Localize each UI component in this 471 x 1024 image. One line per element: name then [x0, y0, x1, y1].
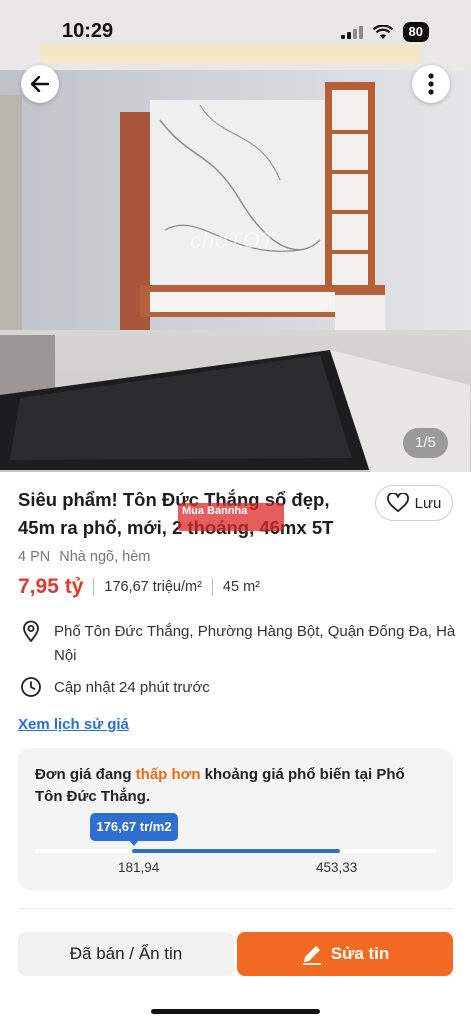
- listing-meta: 4 PN Nhà ngõ, hèm: [18, 549, 150, 565]
- comparison-accent: thấp hơn: [135, 766, 201, 783]
- photo-counter: 1/5: [403, 428, 448, 458]
- pencil-icon: [302, 946, 321, 965]
- price-comparison-text: Đơn giá đang thấp hơn khoảng giá phổ biế…: [35, 764, 435, 808]
- address-row: Phố Tôn Đức Thắng, Phường Hàng Bột, Quận…: [20, 620, 460, 668]
- section-divider: [18, 908, 453, 909]
- location-pin-icon: [23, 620, 39, 642]
- back-button[interactable]: [21, 65, 59, 103]
- listing-photo[interactable]: choTOT 1/5: [0, 0, 471, 472]
- updated-text: Cập nhật 24 phút trước: [54, 679, 210, 696]
- range-low-label: 181,94: [118, 860, 160, 875]
- more-vertical-icon: [428, 73, 434, 95]
- price: 7,95 tỷ: [18, 575, 84, 598]
- bedrooms: 4 PN: [18, 549, 51, 565]
- more-options-button[interactable]: [412, 65, 450, 103]
- status-icons: 80: [340, 22, 429, 42]
- price-per-m2: 176,67 triệu/m²: [104, 579, 202, 595]
- area: 45 m²: [222, 579, 260, 595]
- divider: [211, 578, 213, 596]
- updated-row: Cập nhật 24 phút trước: [20, 676, 210, 700]
- battery-indicator: 80: [402, 22, 429, 42]
- price-comparison-card: Đơn giá đang thấp hơn khoảng giá phổ biế…: [18, 748, 453, 890]
- range-high-label: 453,33: [316, 860, 358, 875]
- status-bar: 10:29 80: [0, 0, 471, 62]
- price-history-link[interactable]: Xem lịch sử giá: [18, 716, 129, 733]
- save-label: Lưu: [414, 494, 442, 512]
- comparison-text-before: Đơn giá đang: [35, 766, 136, 783]
- logo-stamp: Mua Bannha: [178, 503, 284, 531]
- heart-icon: [386, 493, 409, 513]
- address-text: Phố Tôn Đức Thắng, Phường Hàng Bột, Quận…: [54, 623, 456, 664]
- edit-label: Sửa tin: [330, 944, 390, 963]
- divider: [93, 578, 95, 596]
- arrow-left-icon: [31, 76, 49, 92]
- save-button[interactable]: Lưu: [375, 485, 453, 521]
- edit-listing-button[interactable]: Sửa tin: [237, 932, 453, 976]
- bubble-tail: [129, 840, 139, 846]
- current-price-bubble: 176,67 tr/m2: [90, 813, 178, 841]
- price-range-fill: [132, 849, 340, 853]
- sold-hide-button[interactable]: Đã bán / Ẩn tin: [18, 932, 234, 976]
- wifi-icon: [372, 24, 393, 39]
- clock-icon: [21, 677, 41, 697]
- signal-icon: [340, 26, 363, 39]
- home-indicator: [151, 1009, 320, 1014]
- status-time: 10:29: [62, 20, 114, 42]
- price-row: 7,95 tỷ 176,67 triệu/m² 45 m²: [18, 575, 260, 599]
- property-type: Nhà ngõ, hèm: [59, 549, 151, 565]
- watermark: choTOT: [190, 228, 276, 253]
